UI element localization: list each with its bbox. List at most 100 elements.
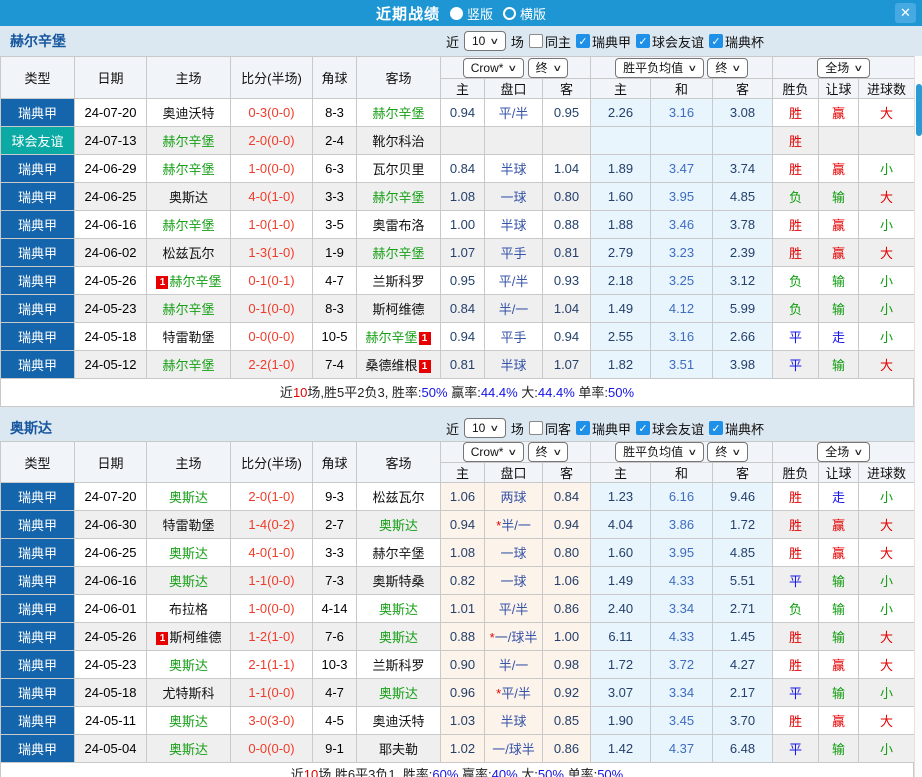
- scrollbar-thumb[interactable]: [916, 84, 922, 136]
- cell-result-goals: 大: [858, 538, 916, 567]
- cell-eu-away: 9.46: [711, 482, 774, 511]
- same-venue-checkbox[interactable]: 同主: [528, 32, 571, 51]
- cell-eu-away: 3.12: [711, 266, 774, 295]
- summary-helsingborg: 近10场,胜5平2负3, 胜率:50% 赢率:44.4% 大:44.4% 单率:…: [0, 379, 914, 407]
- match-row: 瑞典甲 24-06-29 赫尔辛堡 1-0(0-0) 6-3 瓦尔贝里 0.84 半球 1.04…: [0, 154, 916, 183]
- odds-source-select[interactable]: Crow* ∨: [462, 57, 525, 78]
- cell-date: 24-05-12: [74, 350, 147, 379]
- league-checkbox-friendly[interactable]: ✓ 球会友谊: [635, 32, 704, 51]
- cell-score: 1-1(0-0): [230, 566, 313, 595]
- odds-source-select[interactable]: Crow* ∨: [462, 442, 525, 462]
- cell-ah-line: 半/一: [484, 650, 543, 679]
- chevron-down-icon: ∨: [731, 62, 742, 73]
- summary-part: 50%: [608, 385, 635, 400]
- cell-result-handicap: 输: [818, 350, 860, 379]
- chevron-down-icon: ∨: [507, 447, 518, 457]
- cell-away-team: 奥迪沃特: [356, 706, 441, 735]
- cell-eu-draw: 3.51: [650, 350, 713, 379]
- cell-result-wdl: 负: [772, 182, 820, 211]
- cell-eu-away: 3.74: [711, 154, 774, 183]
- col-ah-line: 盘口: [484, 462, 543, 483]
- team-name: 赫尔辛堡: [365, 330, 418, 345]
- cell-eu-away: 1.45: [711, 622, 774, 651]
- cell-ah-line: [484, 126, 543, 155]
- col-handicap-result: 让球: [818, 462, 860, 483]
- cell-score: 1-0(0-0): [230, 594, 313, 623]
- euro-source-select[interactable]: 胜平负均值 ∨: [615, 57, 704, 78]
- league-checkbox-friendly[interactable]: ✓ 球会友谊: [635, 419, 704, 438]
- red-card-badge: 1: [156, 276, 169, 289]
- cell-ah-away: 0.95: [542, 98, 591, 127]
- scope-select[interactable]: 全场 ∨: [817, 57, 870, 78]
- league-checkbox-cup[interactable]: ✓ 瑞典杯: [708, 419, 764, 438]
- layout-radio-horizontal[interactable]: 横版: [503, 4, 546, 23]
- col-wdl: 胜负: [772, 462, 820, 483]
- cell-score: 0-0(0-0): [230, 734, 313, 763]
- summary-part: 赢率:: [458, 767, 492, 777]
- euro-source-select[interactable]: 胜平负均值 ∨: [615, 442, 704, 462]
- col-home: 主场: [146, 56, 231, 99]
- cell-away-team: 赫尔辛堡: [356, 182, 441, 211]
- close-button[interactable]: ✕: [895, 3, 916, 23]
- col-type: 类型: [0, 441, 75, 483]
- cell-ah-line: 两球: [484, 482, 543, 511]
- cell-date: 24-05-23: [74, 294, 147, 323]
- cell-eu-away: 4.85: [711, 538, 774, 567]
- cell-match-type: 瑞典甲: [0, 350, 75, 379]
- cell-date: 24-06-01: [74, 594, 147, 623]
- cell-result-wdl: 胜: [772, 482, 820, 511]
- cell-match-type: 瑞典甲: [0, 482, 75, 511]
- summary-part: 40%: [491, 767, 518, 777]
- cell-result-wdl: 胜: [772, 238, 820, 267]
- chevron-down-icon: ∨: [731, 447, 742, 457]
- cell-result-goals: 小: [858, 482, 916, 511]
- cell-eu-away: 4.27: [711, 650, 774, 679]
- same-venue-checkbox[interactable]: 同客: [528, 419, 571, 438]
- cell-home-team: 奥斯达: [146, 706, 231, 735]
- cell-ah-away: 0.88: [542, 210, 591, 239]
- match-count-select[interactable]: 10 ∨: [463, 418, 506, 438]
- cell-eu-home: 1.60: [590, 538, 651, 567]
- cell-eu-home: 1.72: [590, 650, 651, 679]
- checkbox-checked-icon: ✓: [575, 421, 590, 435]
- cell-eu-away: 6.48: [711, 734, 774, 763]
- cell-result-wdl: 平: [772, 322, 820, 351]
- match-row: 瑞典甲 24-05-18 尤特斯科 1-1(0-0) 4-7 奥斯达 0.96 *平/半 0.9…: [0, 678, 916, 707]
- cell-ah-home: 1.06: [440, 482, 485, 511]
- league-checkbox-allsvenskan[interactable]: ✓ 瑞典甲: [575, 32, 631, 51]
- col-away: 客场: [356, 56, 441, 99]
- odds-state-select[interactable]: 终 ∨: [527, 442, 569, 462]
- cell-eu-draw: 3.95: [650, 182, 713, 211]
- euro-state-select[interactable]: 终 ∨: [707, 442, 748, 462]
- cell-result-goals: 小: [858, 322, 916, 351]
- team-name: 赫尔辛堡: [372, 190, 425, 205]
- cell-match-type: 瑞典甲: [0, 238, 75, 267]
- cell-result-wdl: 胜: [772, 126, 820, 155]
- cell-ah-away: 0.84: [542, 482, 591, 511]
- league-checkbox-allsvenskan[interactable]: ✓ 瑞典甲: [575, 419, 631, 438]
- vertical-label: 竖版: [466, 6, 493, 22]
- cell-match-type: 瑞典甲: [0, 98, 75, 127]
- euro-state-select[interactable]: 终 ∨: [707, 57, 748, 78]
- section-header-oster: 奥斯达 近 10 ∨ 场 同客 ✓ 瑞典甲 ✓ 球会友谊 ✓ 瑞典杯: [0, 415, 922, 441]
- cell-corner: 3-3: [312, 538, 357, 567]
- scope-select[interactable]: 全场 ∨: [817, 442, 870, 462]
- cell-result-handicap: 赢: [818, 510, 860, 539]
- layout-radio-vertical[interactable]: 竖版: [449, 4, 493, 23]
- chevron-down-icon: ∨: [687, 62, 698, 73]
- match-count-select[interactable]: 10 ∨: [463, 31, 506, 51]
- cell-result-handicap: 输: [818, 266, 860, 295]
- cell-result-goals: 小: [858, 294, 916, 323]
- checkbox-checked-icon: ✓: [708, 421, 723, 435]
- match-row: 瑞典甲 24-05-04 奥斯达 0-0(0-0) 9-1 耶夫勒 1.02 一/球半 0.86…: [0, 734, 916, 763]
- cell-score: 0-1(0-0): [230, 294, 313, 323]
- league-checkbox-cup[interactable]: ✓ 瑞典杯: [708, 32, 764, 51]
- odds-state-select[interactable]: 终 ∨: [527, 57, 569, 78]
- col-goals-result: 进球数: [858, 78, 916, 99]
- cell-home-team: 赫尔辛堡: [146, 210, 231, 239]
- cell-score: 2-0(1-0): [230, 482, 313, 511]
- cell-eu-draw: 4.37: [650, 734, 713, 763]
- cell-match-type: 瑞典甲: [0, 678, 75, 707]
- filters-bar: 近 10 ∨ 场 同主 ✓ 瑞典甲 ✓ 球会友谊 ✓ 瑞典杯: [446, 31, 764, 51]
- match-row: 瑞典甲 24-06-16 赫尔辛堡 1-0(1-0) 3-5 奥雷布洛 1.00 半球 0.88…: [0, 210, 916, 239]
